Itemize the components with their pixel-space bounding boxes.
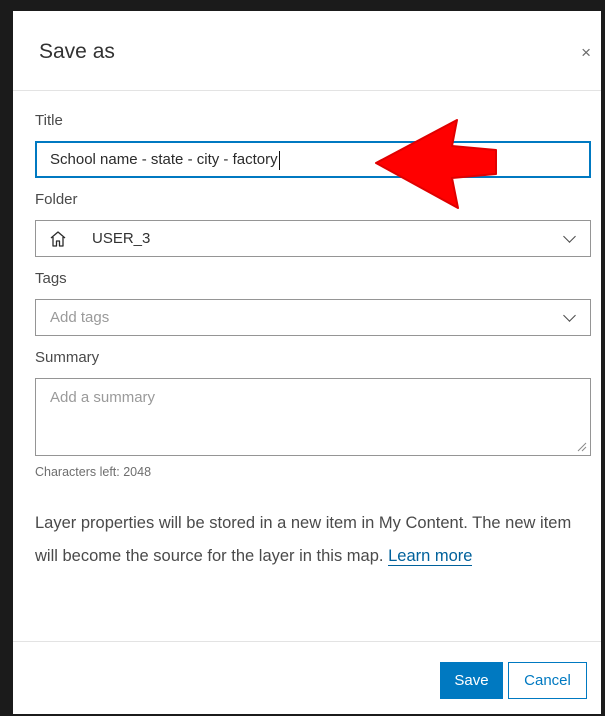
save-as-dialog: Save as × Title School name - state - ci… (13, 11, 601, 714)
title-input[interactable]: School name - state - city - factory (35, 141, 591, 178)
dialog-title: Save as (39, 40, 115, 63)
dialog-header: Save as × (13, 11, 601, 91)
folder-label: Folder (35, 191, 78, 208)
cancel-button[interactable]: Cancel (508, 662, 587, 699)
dialog-footer: Save Cancel (13, 641, 601, 714)
resize-handle-icon[interactable] (577, 442, 587, 452)
tags-select[interactable]: Add tags (35, 299, 591, 336)
folder-select[interactable]: USER_3 (35, 220, 591, 257)
summary-textarea[interactable]: Add a summary (35, 378, 591, 456)
title-input-value: School name - state - city - factory (50, 151, 278, 168)
chevron-down-icon (563, 309, 576, 322)
characters-left: Characters left: 2048 (35, 465, 152, 479)
learn-more-link[interactable]: Learn more (388, 547, 473, 566)
chevron-down-icon (563, 230, 576, 243)
summary-label: Summary (35, 349, 100, 366)
tags-placeholder: Add tags (50, 309, 110, 326)
info-message: Layer properties will be stored in a new… (35, 514, 572, 565)
folder-value: USER_3 (92, 230, 151, 247)
home-icon (50, 231, 66, 247)
close-icon[interactable]: × (581, 44, 591, 61)
title-label: Title (35, 112, 63, 129)
save-button[interactable]: Save (440, 662, 503, 699)
text-cursor (278, 150, 280, 170)
tags-label: Tags (35, 270, 67, 287)
summary-placeholder: Add a summary (50, 389, 156, 406)
red-arrow-icon (375, 119, 497, 209)
info-text: Layer properties will be stored in a new… (35, 507, 583, 573)
